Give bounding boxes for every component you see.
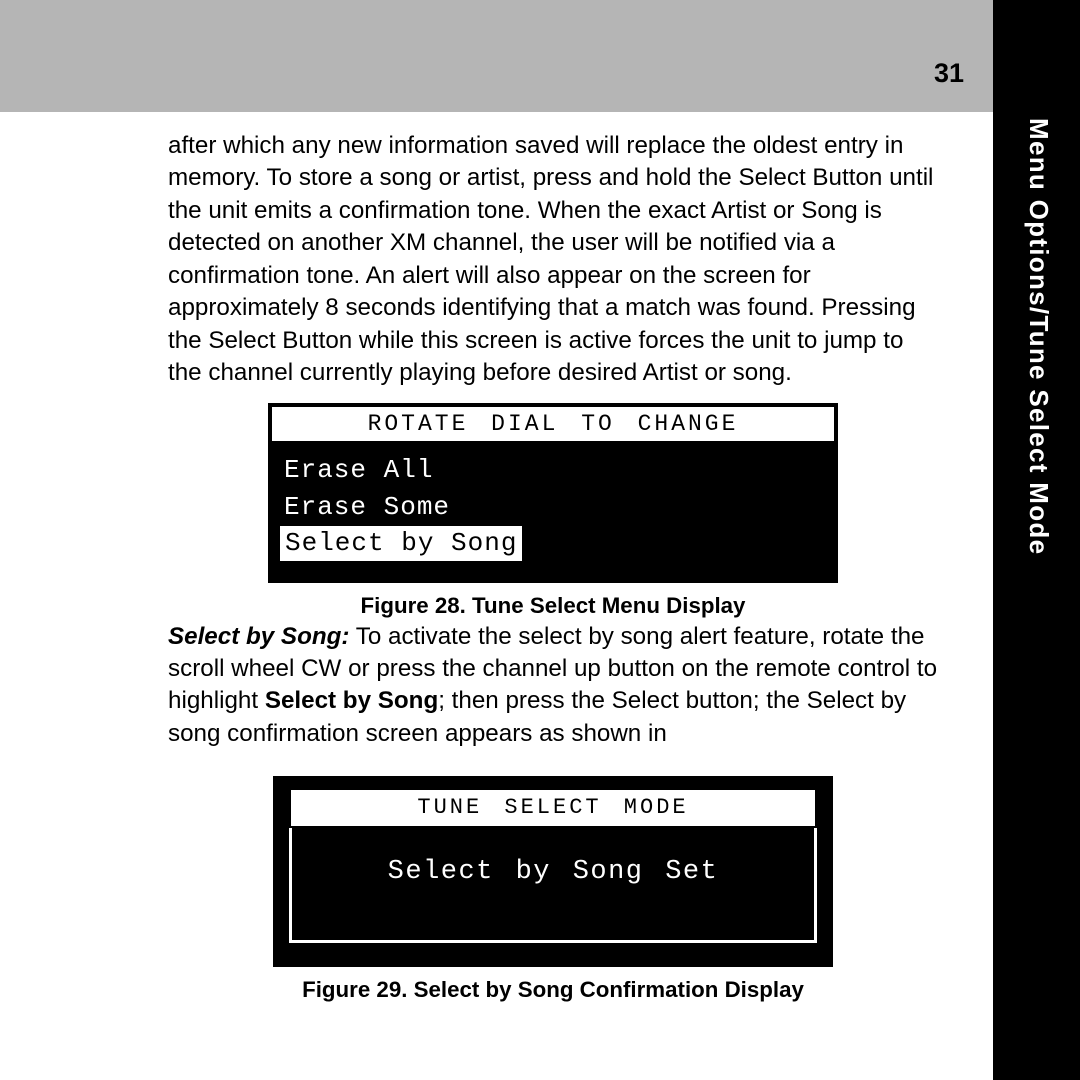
lcd2-text: Select by Song Set: [388, 857, 719, 887]
lcd-body: Erase All Erase Some Select by Song: [272, 444, 834, 578]
menu-row-select-by-song: Select by Song: [280, 526, 522, 561]
figure-29-display: TUNE SELECT MODE Select by Song Set: [273, 776, 833, 967]
lcd2-header: TUNE SELECT MODE: [289, 788, 817, 827]
page-content: after which any new information saved wi…: [168, 130, 938, 1005]
figure-28-display: ROTATE DIAL TO CHANGE Erase All Erase So…: [268, 403, 838, 582]
lcd-header: ROTATE DIAL TO CHANGE: [272, 407, 834, 444]
section-title: Menu Options/Tune Select Mode: [1023, 118, 1054, 555]
paragraph-2: Select by Song: To activate the select b…: [168, 621, 938, 751]
page-number: 31: [934, 58, 964, 89]
page-header-bar: [0, 0, 993, 112]
figure-29-caption: Figure 29. Select by Song Confirmation D…: [168, 975, 938, 1005]
para2-bold: Select by Song: [265, 687, 438, 714]
section-sidebar: Menu Options/Tune Select Mode: [993, 0, 1080, 1080]
menu-row-erase-all: Erase All: [280, 452, 826, 489]
menu-row-erase-some: Erase Some: [280, 489, 826, 526]
paragraph-1: after which any new information saved wi…: [168, 130, 938, 389]
figure-28-caption: Figure 28. Tune Select Menu Display: [168, 591, 938, 621]
para2-lead: Select by Song:: [168, 623, 349, 650]
lcd2-body: Select by Song Set: [289, 828, 817, 943]
